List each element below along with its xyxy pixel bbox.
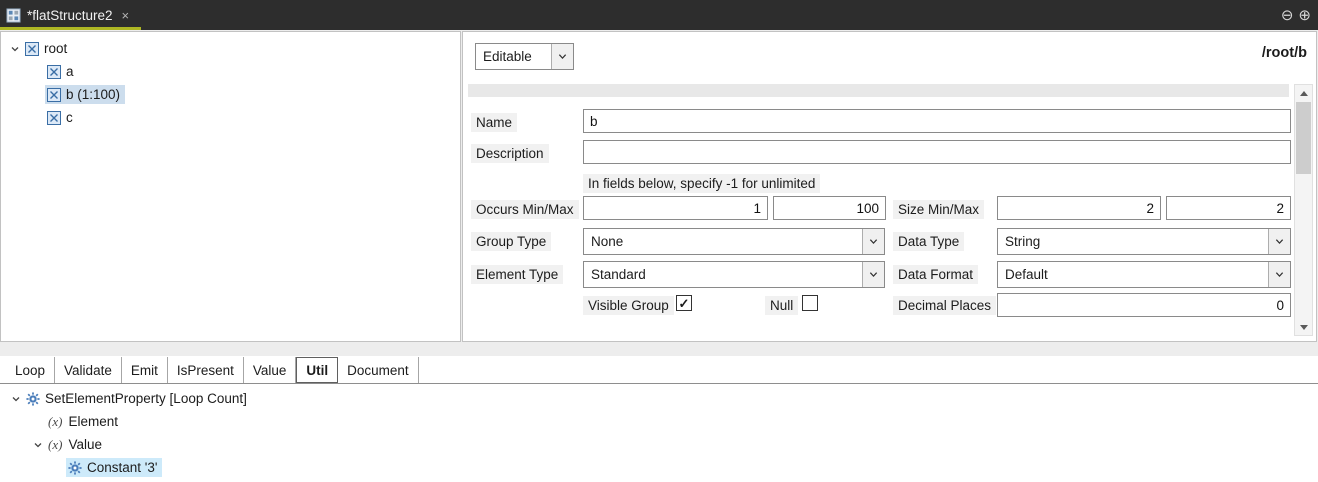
visible-group-label: Visible Group <box>583 296 674 315</box>
editor-tab-bar: *flatStructure2 × ⊖ ⊕ <box>0 0 1318 30</box>
null-checkbox[interactable] <box>802 295 818 311</box>
properties-panel: Editable /root/b Name Description In fie… <box>462 31 1317 342</box>
name-label: Name <box>471 113 517 132</box>
rule-item-element[interactable]: (x) Element <box>0 410 1318 433</box>
occurs-max-input[interactable] <box>773 196 886 220</box>
tree-item-root[interactable]: root <box>1 37 460 60</box>
group-type-dropdown[interactable]: None <box>583 228 885 255</box>
chevron-down-icon[interactable] <box>30 440 46 450</box>
size-min-input[interactable] <box>997 196 1161 220</box>
decimal-places-input[interactable] <box>997 293 1291 317</box>
scroll-down-icon[interactable] <box>1295 319 1312 335</box>
dropdown-value: Standard <box>591 262 646 287</box>
size-max-input[interactable] <box>1166 196 1291 220</box>
element-icon <box>47 111 61 125</box>
section-strip <box>468 84 1289 97</box>
occurs-min-max-label: Occurs Min/Max <box>471 200 579 219</box>
rule-item-label: Element <box>68 414 118 429</box>
minimize-icon[interactable]: ⊖ <box>1281 8 1294 23</box>
null-label: Null <box>765 296 798 315</box>
tree-item-label: a <box>66 64 74 79</box>
editable-mode-dropdown[interactable]: Editable <box>475 43 574 70</box>
chevron-down-icon[interactable] <box>862 229 884 254</box>
data-type-label: Data Type <box>893 232 964 251</box>
tab-document[interactable]: Document <box>338 357 419 383</box>
rule-tree: SetElementProperty [Loop Count] (x) Elem… <box>0 387 1318 482</box>
visible-group-checkbox[interactable]: ✓ <box>676 295 692 311</box>
dropdown-value: Editable <box>483 44 532 69</box>
tab-loop[interactable]: Loop <box>6 357 55 383</box>
chevron-down-icon[interactable] <box>551 44 573 69</box>
decimal-places-label: Decimal Places <box>893 296 996 315</box>
editor-tab-flatstructure2[interactable]: *flatStructure2 × <box>0 0 141 30</box>
element-type-dropdown[interactable]: Standard <box>583 261 885 288</box>
variable-icon: (x) <box>48 414 62 430</box>
scrollbar-thumb[interactable] <box>1296 102 1311 174</box>
tab-util[interactable]: Util <box>296 357 338 383</box>
active-tab-underline <box>0 27 141 30</box>
function-icon <box>68 461 82 475</box>
tree-item-label: b (1:100) <box>66 87 120 102</box>
data-type-dropdown[interactable]: String <box>997 228 1291 255</box>
rule-item-label: Value <box>68 437 102 452</box>
element-type-label: Element Type <box>471 265 563 284</box>
structure-tree-panel: root a b (1:100) <box>0 31 461 342</box>
tree-item-a[interactable]: a <box>1 60 460 83</box>
group-type-label: Group Type <box>471 232 551 251</box>
chevron-down-icon[interactable] <box>7 44 23 54</box>
chevron-down-icon[interactable] <box>8 394 24 404</box>
size-min-max-label: Size Min/Max <box>893 200 984 219</box>
structure-editor-icon <box>6 8 21 23</box>
element-icon <box>25 42 39 56</box>
tab-validate[interactable]: Validate <box>55 357 122 383</box>
view-controls: ⊖ ⊕ <box>1281 0 1311 30</box>
data-format-label: Data Format <box>893 265 978 284</box>
close-icon[interactable]: × <box>122 8 130 23</box>
rules-panel: Loop Validate Emit IsPresent Value Util … <box>0 343 1318 482</box>
vertical-scrollbar[interactable] <box>1294 84 1313 336</box>
tree-item-b[interactable]: b (1:100) <box>1 83 460 106</box>
dropdown-value: None <box>591 229 623 254</box>
tab-emit[interactable]: Emit <box>122 357 168 383</box>
selected-rule-item[interactable]: Constant '3' <box>66 458 162 477</box>
dropdown-value: String <box>1005 229 1040 254</box>
tab-value[interactable]: Value <box>244 357 297 383</box>
chevron-down-icon[interactable] <box>862 262 884 287</box>
tree-item-label: root <box>44 41 67 56</box>
tab-bar-divider <box>0 383 1318 384</box>
element-icon <box>47 88 61 102</box>
element-icon <box>47 65 61 79</box>
application-window: *flatStructure2 × ⊖ ⊕ root <box>0 0 1318 482</box>
selected-tree-item[interactable]: b (1:100) <box>45 85 125 104</box>
tree-item-c[interactable]: c <box>1 106 460 129</box>
description-label: Description <box>471 144 549 163</box>
rule-tab-bar: Loop Validate Emit IsPresent Value Util … <box>6 357 419 383</box>
dropdown-value: Default <box>1005 262 1048 287</box>
variable-icon: (x) <box>48 437 62 453</box>
maximize-icon[interactable]: ⊕ <box>1298 8 1311 23</box>
element-path: /root/b <box>1262 45 1307 61</box>
unlimited-hint-text: In fields below, specify -1 for unlimite… <box>583 174 820 193</box>
rule-item-label: SetElementProperty [Loop Count] <box>45 391 247 406</box>
occurs-min-input[interactable] <box>583 196 768 220</box>
rule-item-setelementproperty[interactable]: SetElementProperty [Loop Count] <box>0 387 1318 410</box>
rules-panel-body: Loop Validate Emit IsPresent Value Util … <box>0 356 1318 482</box>
scroll-up-icon[interactable] <box>1295 85 1312 101</box>
data-format-dropdown[interactable]: Default <box>997 261 1291 288</box>
rule-item-label: Constant '3' <box>87 460 157 475</box>
rule-item-constant[interactable]: Constant '3' <box>0 456 1318 479</box>
description-input[interactable] <box>583 140 1291 164</box>
function-icon <box>26 392 40 406</box>
tree-item-label: c <box>66 110 73 125</box>
chevron-down-icon[interactable] <box>1268 262 1290 287</box>
check-icon: ✓ <box>679 296 690 311</box>
editor-tab-title: *flatStructure2 <box>27 8 113 23</box>
chevron-down-icon[interactable] <box>1268 229 1290 254</box>
tab-ispresent[interactable]: IsPresent <box>168 357 244 383</box>
name-input[interactable] <box>583 109 1291 133</box>
rule-item-value[interactable]: (x) Value <box>0 433 1318 456</box>
